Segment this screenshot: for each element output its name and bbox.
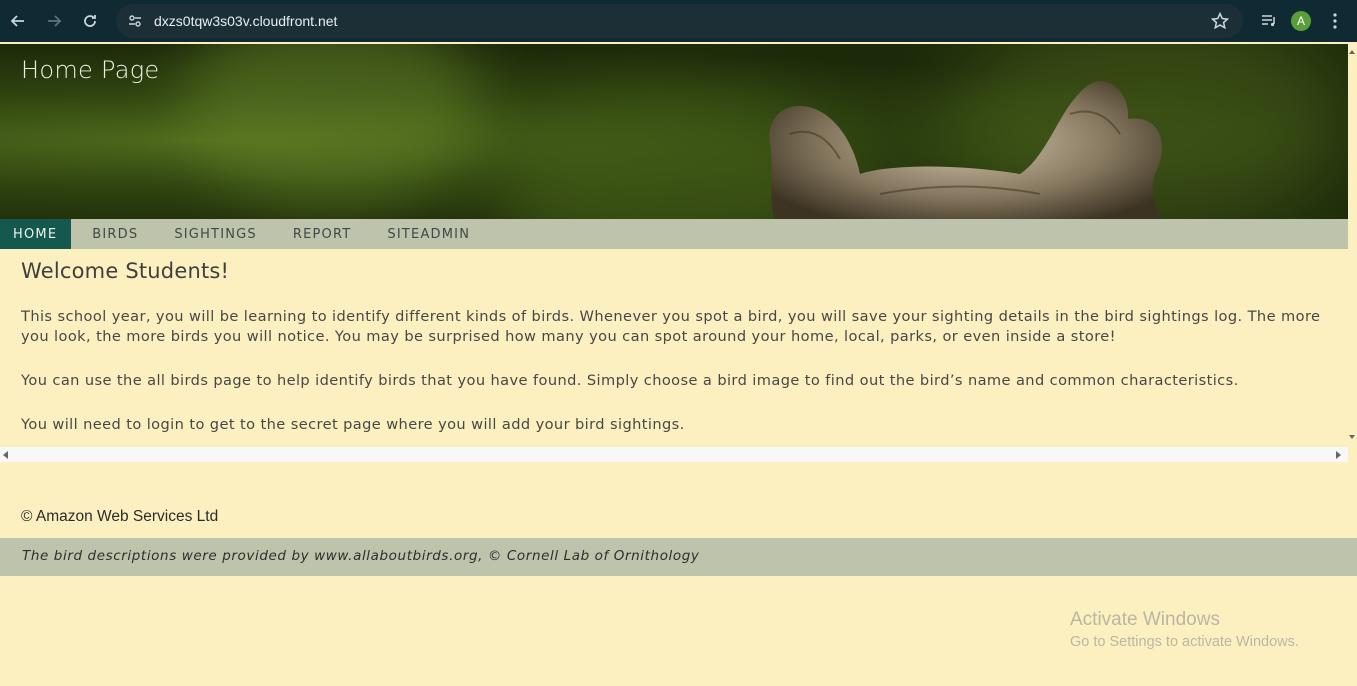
welcome-heading: Welcome Students! [21,259,230,283]
main-nav: HOME BIRDS SIGHTINGS REPORT SITEADMIN [0,219,1348,249]
scroll-down-icon[interactable] [1349,435,1355,439]
tune-icon[interactable] [125,11,145,31]
intro-paragraph: This school year, you will be learning t… [21,308,1321,345]
bird-image [769,81,1162,219]
url-text[interactable]: dxzs0tqw3s03v.cloudfront.net [154,13,337,29]
horizontal-scrollbar[interactable] [0,447,1348,462]
forward-arrow-icon[interactable] [36,3,72,39]
nav-siteadmin[interactable]: SITEADMIN [369,219,488,249]
windows-watermark-subtitle: Go to Settings to activate Windows. [1070,634,1299,650]
windows-watermark-title: Activate Windows [1070,609,1220,630]
three-dots-icon[interactable] [1327,7,1343,35]
login-paragraph: You will need to login to get to the sec… [21,416,685,433]
copyright-text: © Amazon Web Services Ltd [21,508,219,525]
reload-icon[interactable] [72,3,108,39]
scroll-right-icon[interactable] [1336,451,1341,459]
banner-foliage [180,44,480,204]
nav-sightings[interactable]: SIGHTINGS [156,219,275,249]
scroll-left-icon[interactable] [3,451,8,459]
profile-avatar[interactable]: A [1291,11,1311,31]
media-control-icon[interactable] [1255,7,1283,35]
browser-toolbar: dxzs0tqw3s03v.cloudfront.net A [0,0,1357,42]
vertical-scrollbar[interactable] [1348,44,1357,446]
back-arrow-icon[interactable] [0,3,36,39]
birds-page-paragraph: You can use the all birds page to help i… [21,372,1239,389]
nav-report[interactable]: REPORT [275,219,370,249]
header-banner: Home Page [0,44,1348,219]
page-title: Home Page [21,56,160,84]
credit-text: The bird descriptions were provided by w… [22,548,700,564]
credit-bar: The bird descriptions were provided by w… [0,538,1357,576]
main-content: Welcome Students! This school year, you … [0,249,1348,447]
nav-home[interactable]: HOME [0,219,72,249]
nav-birds[interactable]: BIRDS [74,219,156,249]
address-bar[interactable]: dxzs0tqw3s03v.cloudfront.net [116,4,1243,38]
scroll-up-icon[interactable] [1349,50,1355,54]
star-icon[interactable] [1210,11,1230,30]
